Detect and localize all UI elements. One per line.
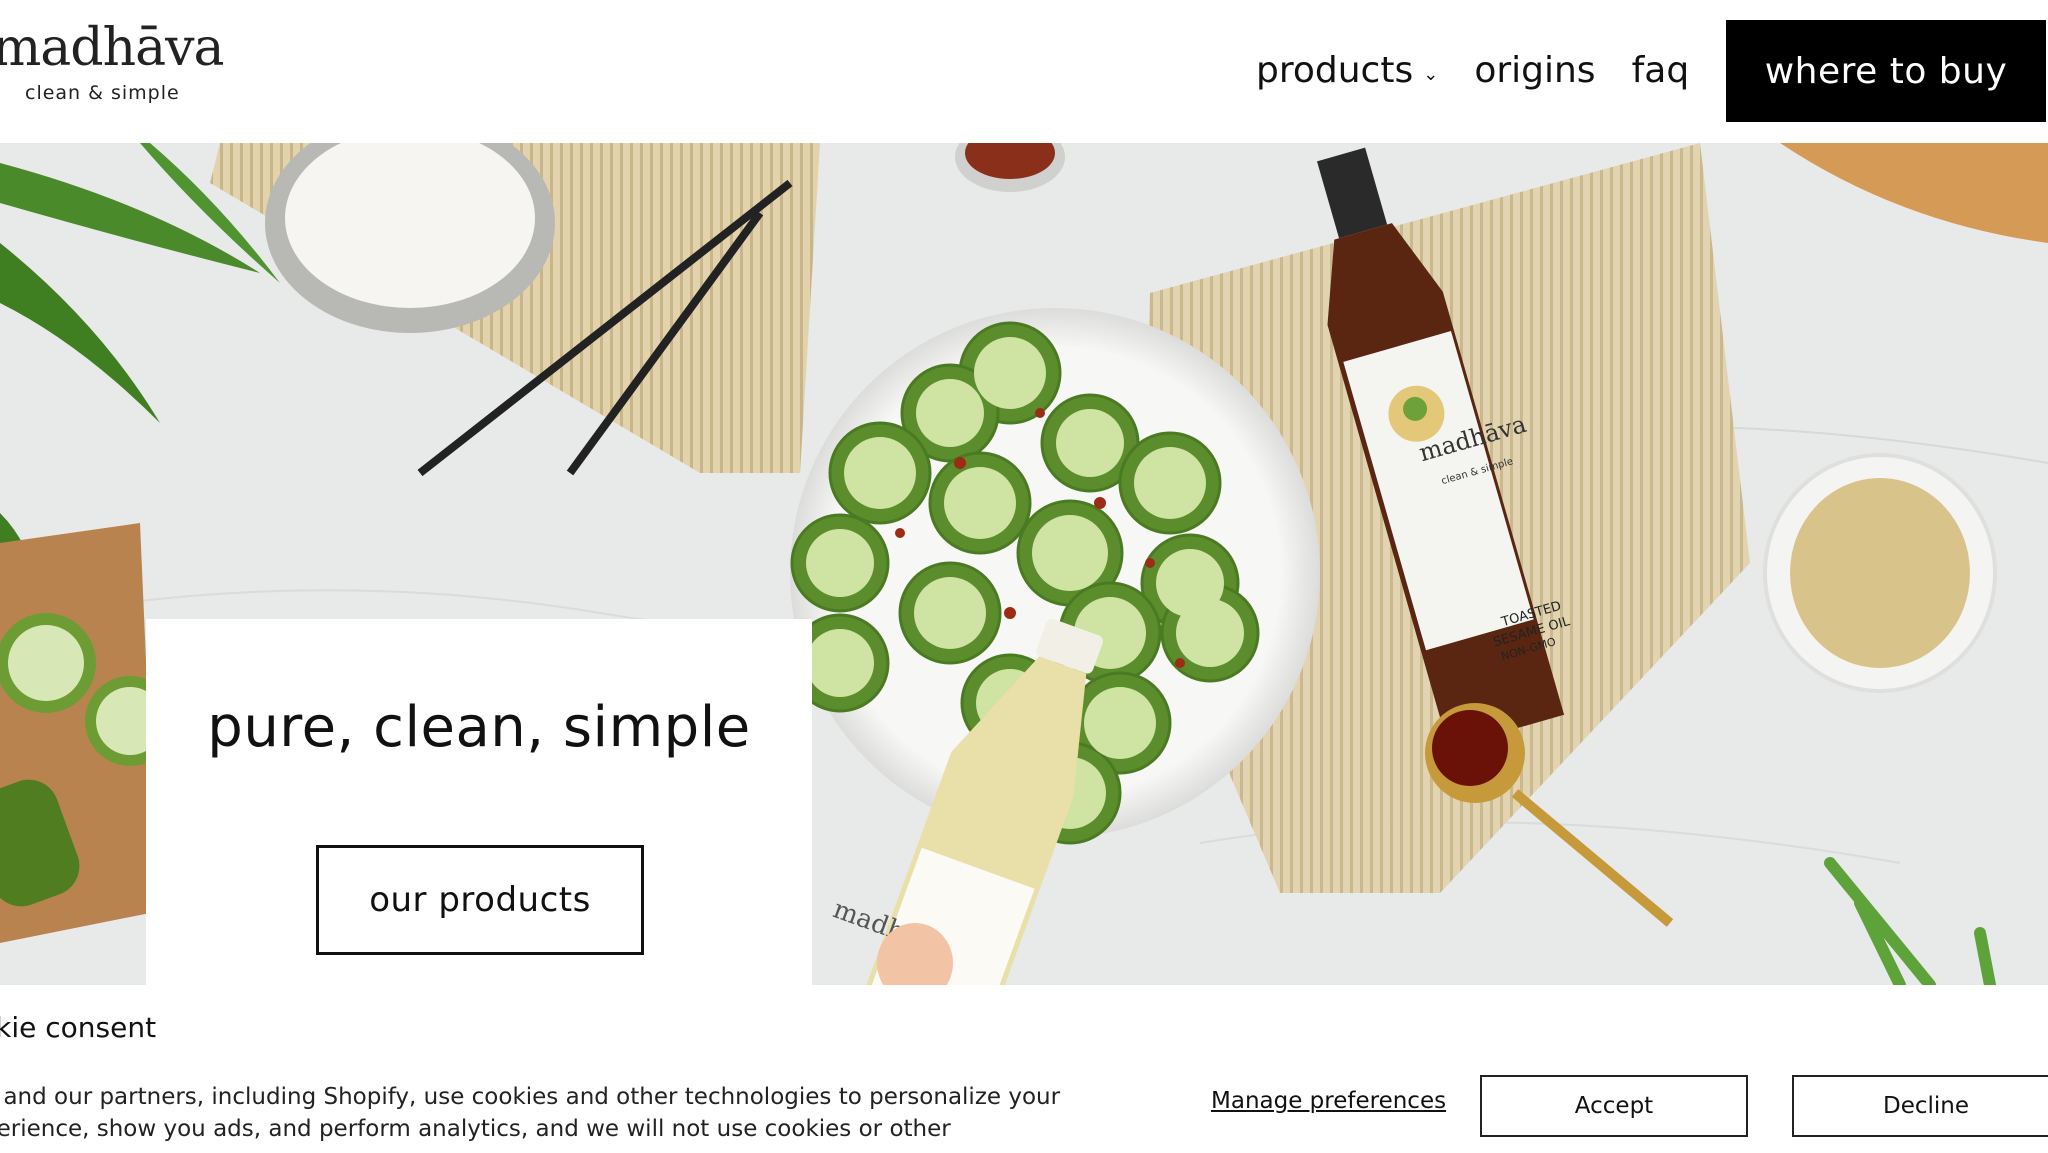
nav-item-label: origins	[1474, 49, 1596, 91]
manage-preferences-link[interactable]: Manage preferences	[1211, 1088, 1446, 1114]
nav-item-faq[interactable]: faq	[1632, 50, 1690, 91]
nav-item-origins[interactable]: origins	[1474, 50, 1595, 91]
our-products-button[interactable]: our products	[316, 845, 644, 955]
hero-banner: madhāva clean & simple TOASTED SESAME OI…	[0, 143, 2048, 985]
cookie-banner: okie consent e and our partners, includi…	[0, 985, 2048, 1153]
brand-logo[interactable]: madhāva clean & simple	[0, 18, 232, 108]
where-to-buy-button[interactable]: where to buy	[1726, 20, 2046, 122]
site-header: madhāva clean & simple products ⌄ origin…	[0, 0, 2048, 143]
nav-item-label: faq	[1631, 49, 1690, 91]
accept-button[interactable]: Accept	[1480, 1075, 1748, 1137]
hero-card: pure, clean, simple our products	[146, 619, 812, 985]
main-nav: products ⌄ origins faq	[1256, 40, 1689, 100]
nav-item-label: products	[1256, 49, 1414, 91]
logo-tagline: clean & simple	[25, 82, 180, 104]
hero-title: pure, clean, simple	[207, 695, 751, 760]
decline-button[interactable]: Decline	[1792, 1075, 2048, 1137]
chevron-down-icon: ⌄	[1423, 63, 1439, 85]
cookie-title: okie consent	[0, 1011, 157, 1044]
nav-item-products[interactable]: products ⌄	[1256, 50, 1438, 91]
cookie-text: e and our partners, including Shopify, u…	[0, 1084, 1061, 1142]
logo-wordmark: madhāva	[0, 18, 224, 78]
